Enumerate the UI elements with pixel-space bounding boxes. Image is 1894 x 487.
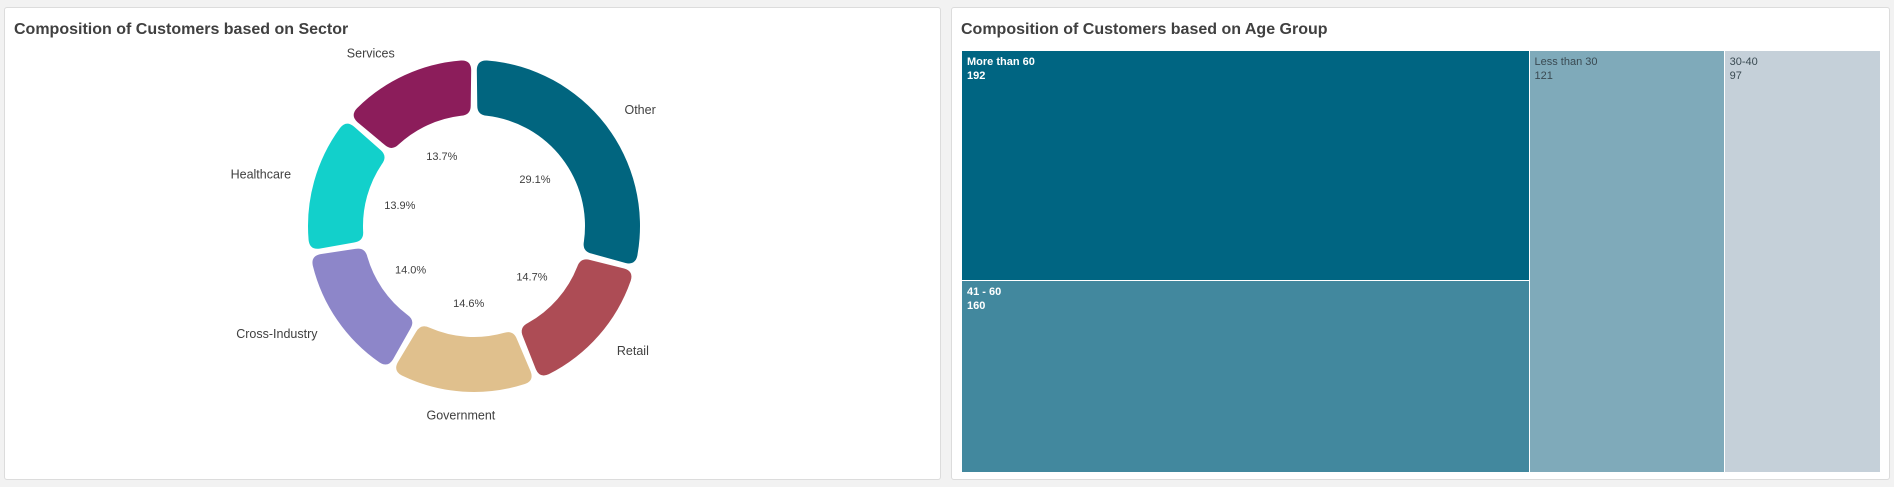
tile-label: 30-40 97: [1730, 55, 1758, 83]
tile-more-than-60[interactable]: More than 60 192: [962, 51, 1530, 282]
percent-label-services: 13.7%: [426, 151, 457, 163]
tile-label: 41 - 60 160: [967, 285, 1001, 313]
tile-label: More than 60 192: [967, 55, 1035, 83]
percent-label-cross-industry: 14.0%: [395, 265, 426, 277]
tile-value: 192: [967, 70, 986, 82]
percent-label-other: 29.1%: [519, 174, 550, 186]
category-label-services: Services: [347, 46, 395, 60]
tile-value: 97: [1729, 70, 1742, 82]
tile-category: 41 - 60: [967, 286, 1002, 299]
category-label-healthcare: Healthcare: [231, 168, 291, 182]
tile-category: Less than 30: [1534, 56, 1598, 68]
percent-label-retail: 14.7%: [516, 272, 547, 284]
tile-value: 160: [967, 300, 986, 313]
tile-30-40[interactable]: 30-40 97: [1724, 51, 1881, 473]
category-label-cross-industry: Cross-Industry: [236, 327, 318, 341]
tile-category: 30-40: [1729, 56, 1758, 68]
slice-government[interactable]: [396, 326, 532, 392]
slice-healthcare[interactable]: [308, 123, 385, 249]
age-chart-panel: Composition of Customers based on Age Gr…: [951, 7, 1890, 480]
sector-donut-chart: 29.1% Other 14.7% Retail 14.6% Government 14.0…: [231, 46, 656, 423]
category-label-other: Other: [624, 103, 655, 117]
percent-label-government: 14.6%: [453, 298, 484, 310]
slice-services[interactable]: [353, 60, 472, 148]
slice-other[interactable]: [476, 60, 640, 264]
tile-label: Less than 30 121: [1535, 55, 1598, 83]
category-label-retail: Retail: [617, 344, 649, 358]
percent-label-healthcare: 13.9%: [384, 200, 415, 212]
tile-category: More than 60: [967, 56, 1035, 68]
category-label-government: Government: [426, 409, 495, 423]
tile-value: 121: [1534, 70, 1553, 82]
tile-less-than-30[interactable]: Less than 30 121: [1529, 51, 1725, 473]
age-group-treemap: More than 60 192 41 - 60 160 Less than 30 121…: [962, 51, 1881, 473]
age-chart-title: Composition of Customers based on Age Gr…: [961, 21, 1328, 38]
tile-41-60[interactable]: 41 - 60 160: [962, 281, 1530, 473]
sector-chart-panel: Composition of Customers based on Sector…: [4, 7, 941, 480]
